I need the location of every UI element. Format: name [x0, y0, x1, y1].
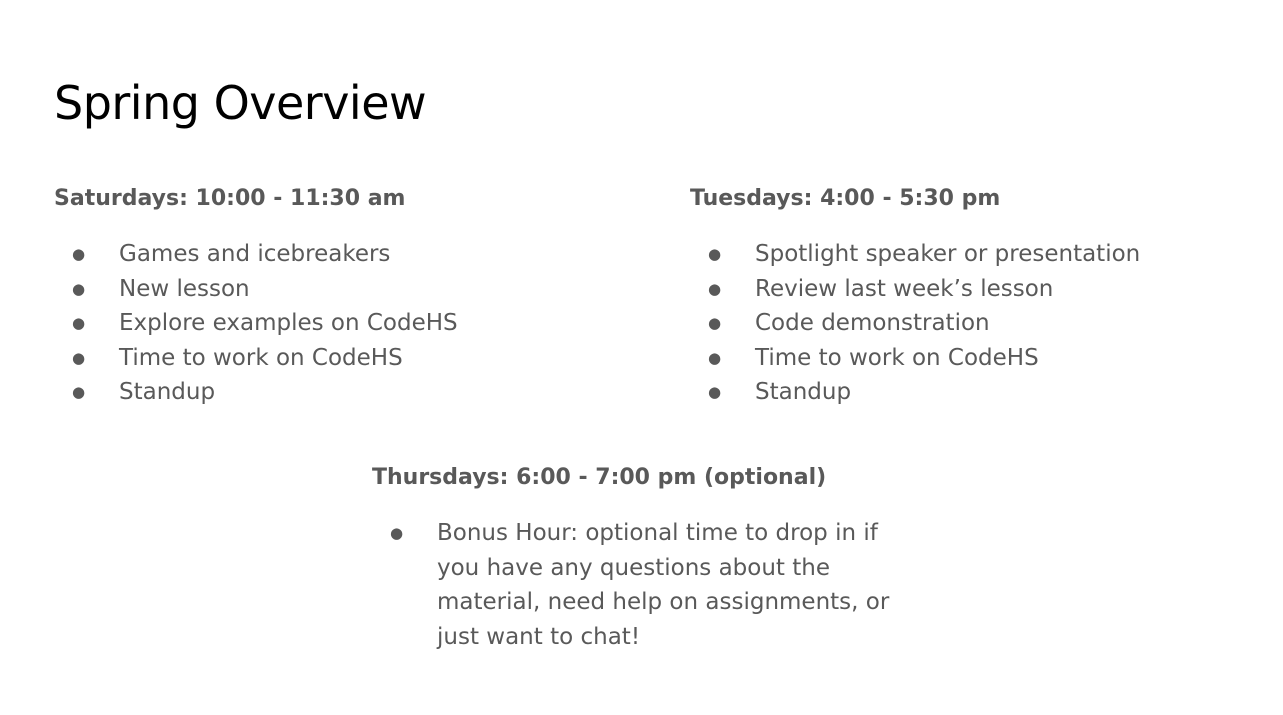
list-item-text: Bonus Hour: optional time to drop in if …: [437, 520, 890, 650]
section-thursdays: Thursdays: 6:00 - 7:00 pm (optional) ● Bo…: [372, 463, 932, 654]
bullet-list-thursdays: ● Bonus Hour: optional time to drop in if…: [372, 516, 902, 654]
section-saturdays: Saturdays: 10:00 - 11:30 am ● Games and i…: [54, 184, 654, 410]
bullet-icon: ●: [390, 524, 404, 542]
section-heading-tuesdays: Tuesdays: 4:00 - 5:30 pm: [690, 186, 1001, 211]
list-item-text: New lesson: [119, 275, 250, 302]
list-item: ● Code demonstration: [690, 306, 1270, 341]
list-item: ● Spotlight speaker or presentation: [690, 237, 1270, 272]
list-item: ● Standup: [690, 375, 1270, 410]
bullet-icon: ●: [708, 245, 722, 263]
bullet-icon: ●: [708, 383, 722, 401]
list-item: ● Time to work on CodeHS: [54, 341, 654, 376]
list-item: ● Standup: [54, 375, 654, 410]
bullet-icon: ●: [708, 279, 722, 298]
list-item-text: Games and icebreakers: [119, 241, 391, 267]
slide-title: Spring Overview: [54, 76, 427, 130]
list-item: ● Games and icebreakers: [54, 237, 654, 272]
bullet-icon: ●: [72, 245, 86, 263]
list-item-text: Spotlight speaker or presentation: [755, 241, 1141, 267]
bullet-icon: ●: [72, 348, 86, 367]
bullet-icon: ●: [708, 314, 722, 332]
bullet-icon: ●: [708, 348, 722, 367]
list-item-text: Standup: [119, 379, 216, 405]
list-item: ● Explore examples on CodeHS: [54, 306, 654, 341]
slide: Spring Overview Saturdays: 10:00 - 11:30…: [0, 0, 1283, 715]
bullet-icon: ●: [72, 314, 86, 332]
list-item-text: Time to work on CodeHS: [755, 344, 1039, 371]
section-heading-saturdays: Saturdays: 10:00 - 11:30 am: [54, 186, 406, 211]
bullet-icon: ●: [72, 383, 86, 401]
list-item: ● New lesson: [54, 272, 654, 307]
bullet-list-tuesdays: ● Spotlight speaker or presentation ● Revi…: [690, 237, 1270, 410]
list-item-text: Review last week’s lesson: [755, 275, 1054, 302]
list-item: ● Time to work on CodeHS: [690, 341, 1270, 376]
list-item-text: Time to work on CodeHS: [119, 344, 403, 371]
list-item-text: Standup: [755, 379, 852, 405]
list-item: ● Bonus Hour: optional time to drop in if…: [372, 516, 902, 654]
bullet-icon: ●: [72, 279, 86, 298]
list-item-text: Explore examples on CodeHS: [119, 310, 458, 336]
section-heading-thursdays: Thursdays: 6:00 - 7:00 pm (optional): [372, 465, 827, 490]
list-item-text: Code demonstration: [755, 310, 990, 336]
section-tuesdays: Tuesdays: 4:00 - 5:30 pm ● Spotlight spea…: [690, 184, 1270, 410]
list-item: ● Review last week’s lesson: [690, 272, 1270, 307]
bullet-list-saturdays: ● Games and icebreakers ● New lesson ● Expl…: [54, 237, 654, 410]
